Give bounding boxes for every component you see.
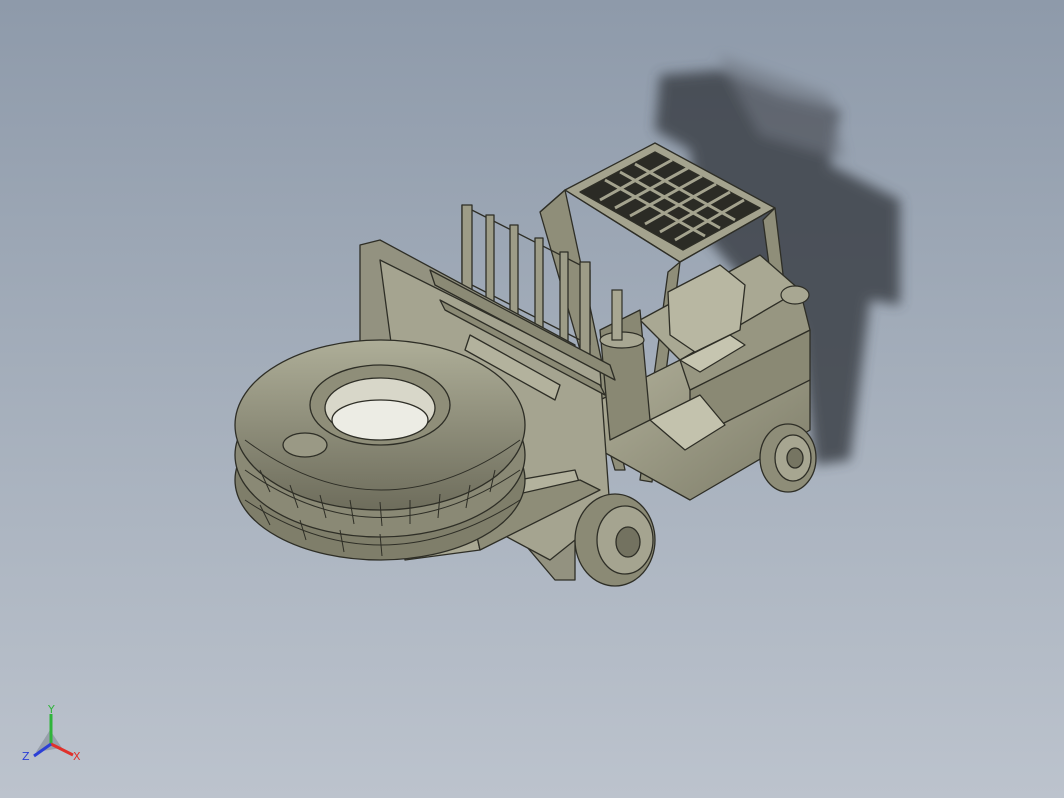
front-wheel: [574, 493, 656, 587]
y-axis-label: Y: [47, 703, 55, 716]
z-axis-label: Z: [22, 750, 30, 763]
rear-wheel: [759, 423, 817, 493]
view-orientation-triad[interactable]: Y X Z: [18, 700, 88, 770]
x-axis-label: X: [73, 750, 81, 763]
forklift-model[interactable]: [0, 0, 1064, 798]
3d-viewport[interactable]: Y X Z: [0, 0, 1064, 798]
tire: [234, 339, 526, 561]
x-axis-arrow: [50, 742, 74, 757]
